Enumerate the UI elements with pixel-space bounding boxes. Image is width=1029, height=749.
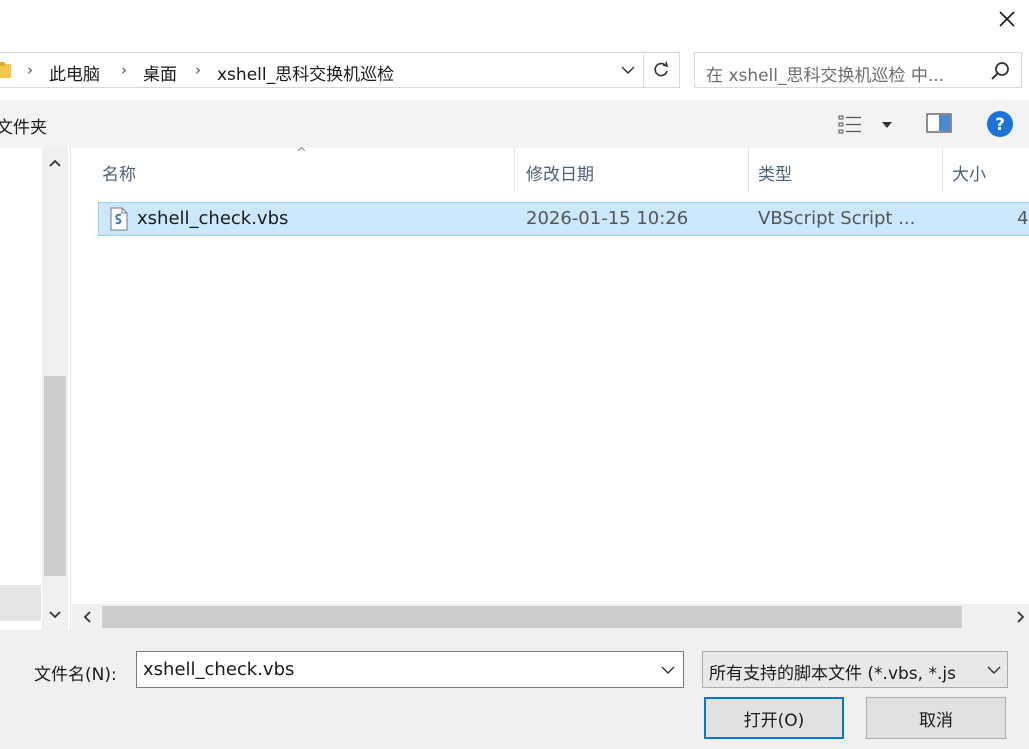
column-separator[interactable]	[514, 148, 515, 192]
search-placeholder: 在 xshell_思科交换机巡检 中...	[706, 66, 945, 86]
file-type-select[interactable]: 所有支持的脚本文件 (*.vbs, *.js	[702, 651, 1008, 688]
file-type: VBScript Script ...	[758, 208, 916, 229]
preview-pane-button[interactable]	[926, 112, 954, 136]
nav-selected-item[interactable]	[0, 585, 41, 621]
file-list[interactable]: ^ 名称 修改日期 类型 大小 xshell_check.vbs 2026-01…	[72, 146, 1029, 604]
caret-down-icon	[882, 122, 892, 128]
scroll-thumb[interactable]	[44, 376, 66, 576]
open-button[interactable]: 打开(O)	[704, 697, 844, 739]
file-type-dropdown-button[interactable]	[981, 652, 1007, 687]
scroll-up-button[interactable]	[42, 148, 68, 178]
search-input[interactable]: 在 xshell_思科交换机巡检 中...	[694, 52, 1022, 88]
scroll-thumb[interactable]	[102, 606, 962, 628]
vbscript-file-icon	[110, 207, 128, 231]
search-icon	[991, 62, 1009, 80]
address-bar[interactable]: › 此电脑 › 桌面 › xshell_思科交换机巡检	[0, 52, 680, 88]
refresh-icon	[654, 61, 669, 77]
breadcrumb-item-desktop[interactable]: 桌面	[143, 60, 177, 85]
horizontal-scrollbar[interactable]	[72, 604, 1029, 630]
breadcrumb-chevron-icon: ›	[27, 61, 33, 79]
pane-divider	[70, 148, 71, 630]
file-row[interactable]: xshell_check.vbs 2026-01-15 10:26 VBScri…	[98, 202, 1029, 236]
new-folder-button[interactable]: 文件夹	[0, 113, 47, 138]
column-separator[interactable]	[942, 148, 943, 192]
column-header-modified[interactable]: 修改日期	[526, 148, 594, 192]
filename-input[interactable]: xshell_check.vbs	[136, 651, 684, 688]
breadcrumb-item-this-pc[interactable]: 此电脑	[49, 60, 100, 85]
column-header-size[interactable]: 大小	[952, 148, 986, 192]
change-view-button[interactable]	[838, 112, 898, 138]
breadcrumb-chevron-icon: ›	[195, 61, 201, 79]
column-header-type[interactable]: 类型	[758, 148, 792, 192]
breadcrumb-item-folder[interactable]: xshell_思科交换机巡检	[217, 60, 394, 85]
address-dropdown-button[interactable]	[614, 53, 642, 87]
scroll-right-button[interactable]	[1013, 604, 1029, 630]
chevron-down-icon	[987, 666, 1001, 674]
filename-label: 文件名(N):	[34, 665, 117, 685]
chevron-down-icon	[661, 666, 675, 674]
close-icon	[999, 11, 1015, 27]
dialog-footer: 文件名(N): xshell_check.vbs 所有支持的脚本文件 (*.vb…	[0, 630, 1029, 749]
help-button[interactable]: ?	[986, 110, 1014, 142]
column-separator[interactable]	[748, 148, 749, 192]
chevron-right-icon	[1017, 611, 1025, 623]
details-view-icon	[838, 115, 861, 134]
command-toolbar: 文件夹	[0, 100, 1029, 148]
column-header-name[interactable]: 名称	[102, 148, 136, 192]
filename-value: xshell_check.vbs	[143, 659, 295, 680]
file-type-value: 所有支持的脚本文件 (*.vbs, *.js	[709, 664, 956, 684]
scroll-down-button[interactable]	[42, 600, 68, 630]
svg-text:?: ?	[995, 115, 1005, 135]
close-button[interactable]	[985, 0, 1029, 38]
file-size: 4	[1017, 208, 1029, 229]
file-modified: 2026-01-15 10:26	[526, 208, 689, 229]
chevron-down-icon	[621, 66, 635, 75]
refresh-button[interactable]	[645, 53, 677, 87]
breadcrumb-chevron-icon: ›	[121, 61, 127, 79]
cancel-button[interactable]: 取消	[866, 697, 1006, 739]
filename-dropdown-button[interactable]	[653, 652, 683, 687]
folder-icon	[0, 62, 11, 78]
scroll-left-button[interactable]	[72, 604, 102, 630]
help-icon: ?	[987, 111, 1013, 137]
chevron-up-icon	[49, 159, 61, 167]
address-divider	[643, 53, 644, 87]
sort-ascending-icon: ^	[296, 146, 307, 161]
navigation-scrollbar[interactable]	[42, 148, 68, 630]
file-name: xshell_check.vbs	[137, 208, 289, 229]
title-bar	[0, 0, 1029, 42]
chevron-down-icon	[49, 611, 61, 619]
chevron-left-icon	[83, 611, 91, 623]
preview-pane-icon	[926, 113, 952, 133]
